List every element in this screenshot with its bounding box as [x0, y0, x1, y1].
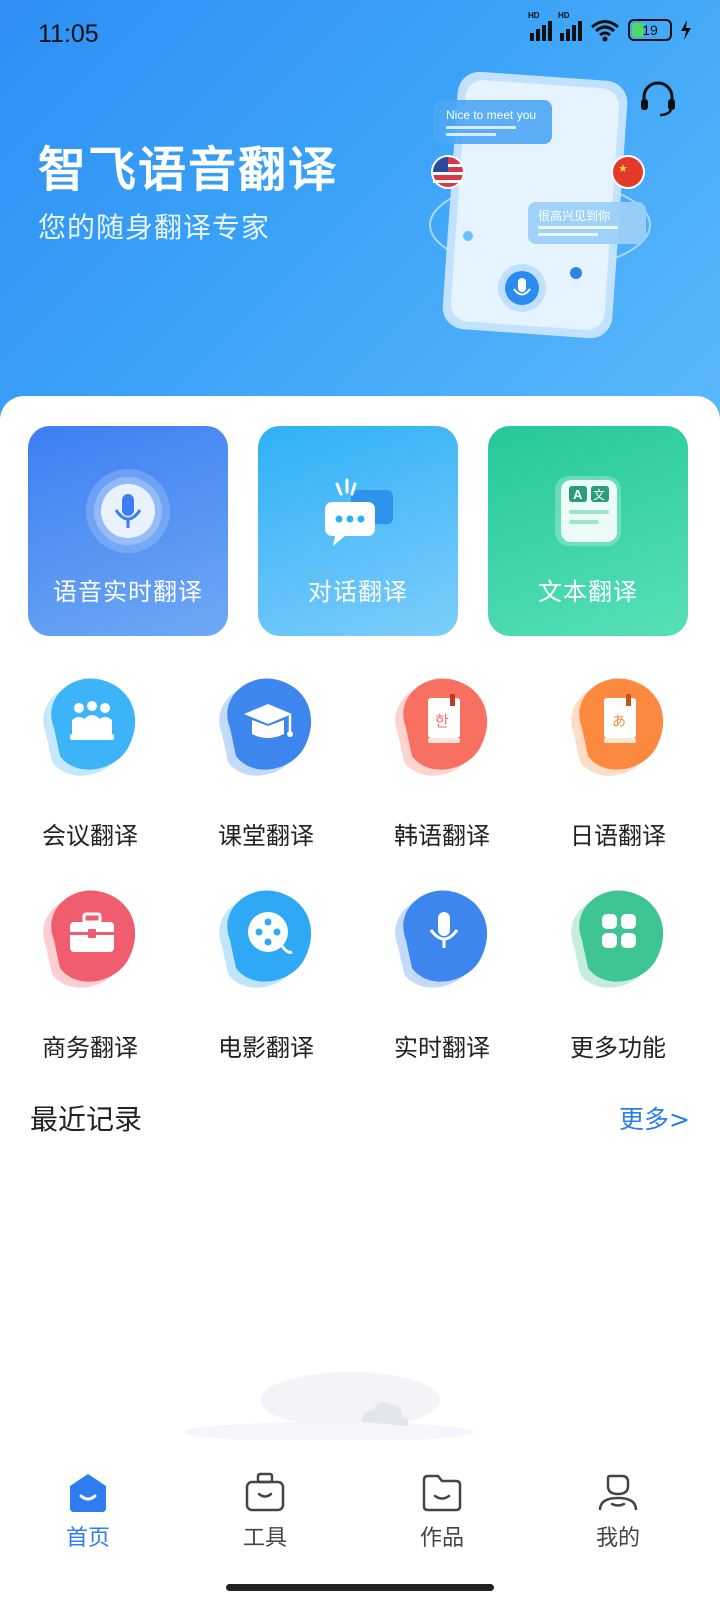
function-movie-translate[interactable]: 电影翻译 [186, 880, 346, 1070]
hd-label-1: HD [528, 11, 540, 20]
function-meeting-translate[interactable]: 会议翻译 [10, 668, 170, 858]
profile-icon [598, 1474, 638, 1511]
charging-icon [681, 20, 691, 40]
tab-home[interactable]: 首页 [28, 1470, 148, 1552]
tile-label: 语音实时翻译 [53, 578, 203, 606]
briefcase-icon [43, 890, 136, 988]
app-title: 智飞语音翻译 [38, 142, 339, 198]
korean-book-icon: 한 [395, 678, 488, 776]
bottom-tab-bar: 首页 工具 作品 我的 [0, 1460, 720, 1580]
tile-label: 对话翻译 [308, 578, 408, 606]
function-label: 会议翻译 [42, 822, 138, 850]
tab-tools[interactable]: 工具 [205, 1470, 325, 1552]
function-more[interactable]: 更多功能 [538, 880, 698, 1070]
japanese-book-icon: あ [571, 678, 664, 776]
chat-bubbles-icon [325, 478, 393, 546]
tab-works[interactable]: 作品 [382, 1470, 502, 1552]
tab-label: 作品 [419, 1526, 464, 1551]
bubble-en: Nice to meet you [446, 108, 536, 122]
app-subtitle: 您的随身翻译专家 [38, 211, 271, 244]
tab-label: 工具 [242, 1526, 287, 1551]
tab-label: 我的 [595, 1526, 640, 1551]
home-icon [70, 1474, 106, 1512]
function-label: 更多功能 [570, 1034, 666, 1062]
grid-icon [571, 890, 664, 988]
battery-icon: 19 [628, 19, 672, 41]
tile-label: 文本翻译 [538, 578, 638, 606]
function-label: 日语翻译 [570, 822, 666, 850]
graduation-cap-icon [219, 678, 312, 776]
svg-text:★: ★ [618, 162, 628, 175]
svg-text:文: 文 [593, 487, 605, 502]
function-label: 实时翻译 [394, 1034, 490, 1062]
empty-state-illustration [185, 1372, 475, 1440]
hero-banner: 11:05 HD HD 19 智飞语音翻译 您的随身翻译专家 Nice to m… [0, 0, 720, 420]
tile-dialogue-translate[interactable]: 对话翻译 [258, 426, 458, 636]
tab-mine[interactable]: 我的 [558, 1470, 678, 1552]
svg-text:한: 한 [435, 712, 449, 730]
battery-level: 19 [642, 22, 658, 38]
function-classroom-translate[interactable]: 课堂翻译 [186, 668, 346, 858]
phone-illustration: Nice to meet you 很高兴见到你 ★ [429, 71, 651, 339]
bubble-zh: 很高兴见到你 [538, 208, 610, 223]
tile-voice-realtime-translate[interactable]: 语音实时翻译 [28, 426, 228, 636]
function-label: 电影翻译 [218, 1034, 314, 1062]
microphone-icon [395, 890, 488, 988]
meeting-icon [43, 678, 136, 776]
svg-text:あ: あ [612, 714, 626, 730]
home-indicator[interactable] [226, 1584, 494, 1591]
function-business-translate[interactable]: 商务翻译 [10, 880, 170, 1070]
toolbox-icon [245, 1472, 285, 1512]
status-time: 11:05 [38, 20, 99, 48]
signal-icon-2: HD [558, 11, 582, 41]
hd-label-2: HD [558, 11, 570, 20]
function-label: 商务翻译 [42, 1034, 138, 1062]
function-label: 课堂翻译 [218, 822, 314, 850]
signal-icon: HD [528, 11, 552, 41]
function-label: 韩语翻译 [394, 822, 490, 850]
text-translate-icon: A 文 [555, 476, 621, 546]
tile-text-translate[interactable]: A 文 文本翻译 [488, 426, 688, 636]
film-reel-icon [219, 890, 312, 988]
wifi-icon [591, 20, 619, 42]
status-icons: HD HD 19 [528, 11, 692, 42]
recent-records-title: 最近记录 [30, 1103, 143, 1136]
microphone-icon [86, 469, 170, 553]
svg-text:A: A [573, 487, 583, 502]
function-japanese-translate[interactable]: あ 日语翻译 [538, 668, 698, 858]
function-korean-translate[interactable]: 한 韩语翻译 [362, 668, 522, 858]
folder-icon [422, 1474, 462, 1512]
function-realtime-translate[interactable]: 实时翻译 [362, 880, 522, 1070]
tab-label: 首页 [65, 1526, 110, 1551]
more-link[interactable]: 更多> [619, 1100, 690, 1136]
